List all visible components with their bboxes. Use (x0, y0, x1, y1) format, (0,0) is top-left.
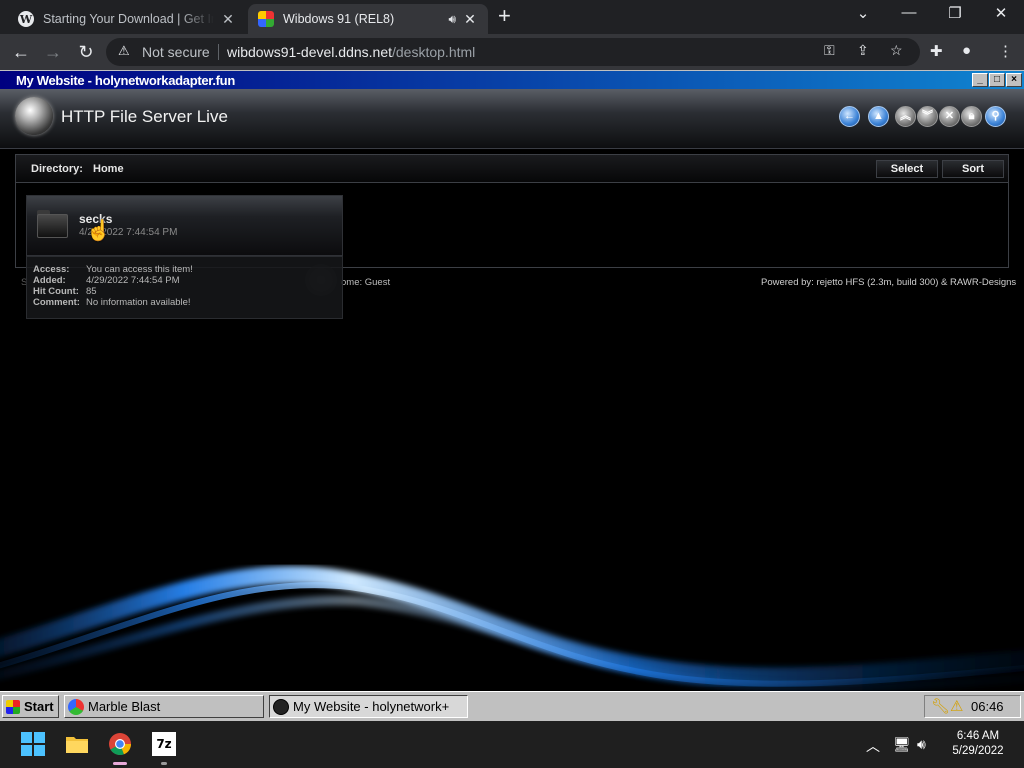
added-value: 4/29/2022 7:44:54 PM (86, 275, 180, 286)
key-icon[interactable]: ⚿ (824, 42, 835, 59)
item-details-tooltip: Access: You can access this item! Added:… (26, 256, 343, 319)
system-tray: 🔧︎⚠ 06:46 (924, 695, 1021, 718)
speaker-icon[interactable]: 🔊︎ (448, 12, 456, 27)
windows-start-icon[interactable] (21, 732, 45, 756)
address-bar[interactable]: ⚠ Not secure wibdows91-devel.ddns.net/de… (106, 38, 920, 66)
comment-value: No information available! (86, 297, 191, 308)
wordpress-icon: W (18, 11, 34, 27)
task-marble-blast[interactable]: Marble Blast (64, 695, 264, 718)
access-label: Access: (33, 264, 70, 275)
tab-close-icon[interactable]: ✕ (462, 11, 478, 28)
comment-label: Comment: (33, 297, 80, 308)
list-item[interactable]: secks 4/29/2022 7:44:54 PM (26, 195, 343, 256)
hfs-header: HTTP File Server Live ← ▲ ︽ ︾ ✕ 🔒︎ ⚲ (0, 89, 1024, 149)
bookmark-star-icon[interactable]: ☆ (890, 42, 903, 59)
tab-title: Wibdows 91 (REL8) (283, 12, 395, 26)
task-my-website[interactable]: My Website - holynetwork+ (269, 695, 468, 718)
tab-search-icon[interactable]: ⌄ (840, 4, 886, 22)
tab-wibdows-91[interactable]: Wibdows 91 (REL8) 🔊︎ ✕ (248, 4, 488, 34)
divider (218, 44, 219, 60)
directory-label: Directory: (31, 163, 83, 175)
url-text[interactable]: wibdows91-devel.ddns.net/desktop.html (227, 44, 475, 60)
clock-date: 5/29/2022 (952, 745, 1004, 757)
menu-icon[interactable]: ⋮ (998, 42, 1013, 60)
window-maximize-button[interactable]: □ (989, 73, 1005, 87)
share-icon[interactable]: ⇪ (857, 42, 869, 59)
profile-icon[interactable]: ● (962, 42, 971, 59)
warning-icon[interactable]: ⚠ (118, 43, 130, 59)
chrome-icon (68, 698, 84, 715)
file-explorer-icon[interactable] (65, 732, 89, 756)
lock-icon[interactable]: 🔒︎ (961, 106, 982, 127)
browser-toolbar: ← → ↻ ⚠ Not secure wibdows91-devel.ddns.… (0, 34, 1024, 70)
tab-close-icon[interactable]: ✕ (220, 11, 236, 28)
up-icon[interactable]: ▲ (868, 106, 889, 127)
new-tab-button[interactable]: + (498, 5, 511, 27)
github-icon (273, 698, 289, 715)
tab-title: Starting Your Download | Get Int (43, 12, 214, 26)
network-icon[interactable]: 🖥︎ (893, 736, 911, 753)
page-title: HTTP File Server Live (61, 107, 228, 126)
browser-tabstrip: W Starting Your Download | Get Int ✕ Wib… (0, 0, 1024, 34)
minimize-button[interactable]: — (886, 4, 932, 21)
folder-icon (37, 210, 68, 238)
windows-logo-icon (6, 699, 20, 714)
directory-bar: Directory: Home Select Sort (16, 155, 1008, 183)
reload-button[interactable]: ↻ (75, 41, 97, 63)
breadcrumb[interactable]: Home (93, 163, 124, 175)
search-icon[interactable]: ⚲ (985, 106, 1006, 127)
sort-button[interactable]: Sort (942, 160, 1004, 178)
security-label[interactable]: Not secure (142, 44, 210, 60)
windows-taskbar: 7z ︿ 🖥︎ 🔊︎ 6:46 AM 5/29/2022 (0, 721, 1024, 768)
footer-welcome: ome: Guest (341, 277, 391, 288)
chevron-up-icon[interactable]: ︿ (866, 736, 880, 756)
window-title: My Website - holynetworkadapter.fun (16, 73, 235, 88)
start-label: Start (24, 699, 54, 714)
hand-cursor-icon: ☝ (86, 220, 111, 242)
task-label: Marble Blast (88, 699, 161, 714)
win98-taskbar: Start Marble Blast My Website - holynetw… (0, 691, 1024, 721)
running-app-indicator (161, 762, 167, 765)
restore-button[interactable]: ❐ (932, 4, 978, 22)
warning-icon[interactable]: 🔧︎⚠ (931, 697, 964, 715)
start-button[interactable]: Start (2, 695, 59, 718)
close-icon[interactable]: ✕ (939, 106, 960, 127)
hit-count-label: Hit Count: (33, 286, 79, 297)
expand-icon[interactable]: ︾ (917, 106, 938, 127)
hit-count-value: 85 (86, 286, 97, 297)
clock-time: 6:46 AM (956, 730, 1000, 742)
clock[interactable]: 06:46 (971, 699, 1004, 714)
back-icon[interactable]: ← (839, 106, 860, 127)
system-clock[interactable]: 6:46 AM 5/29/2022 (940, 729, 1016, 759)
task-label: My Website - holynetwork+ (293, 699, 450, 714)
chrome-icon[interactable] (108, 732, 132, 756)
hfs-logo-icon (15, 97, 53, 135)
window-minimize-button[interactable]: _ (972, 73, 988, 87)
footer-powered-by[interactable]: Powered by: rejetto HFS (2.3m, build 300… (761, 277, 1016, 288)
blue-wave-decoration (0, 566, 1024, 691)
url-host: wibdows91-devel.ddns.net (227, 44, 392, 60)
forward-button[interactable]: → (42, 41, 64, 63)
added-label: Added: (33, 275, 66, 286)
active-app-indicator (113, 762, 127, 765)
collapse-icon[interactable]: ︽ (895, 106, 916, 127)
select-button[interactable]: Select (876, 160, 938, 178)
extensions-icon[interactable]: ✚ (930, 42, 943, 60)
window-titlebar[interactable]: My Website - holynetworkadapter.fun _ □ … (0, 70, 1024, 89)
access-value: You can access this item! (86, 264, 193, 275)
close-window-button[interactable]: ✕ (978, 4, 1024, 22)
wibdows-icon (258, 11, 274, 27)
7zip-icon[interactable]: 7z (152, 732, 176, 756)
back-button[interactable]: ← (10, 41, 32, 63)
volume-icon[interactable]: 🔊︎ (917, 736, 926, 753)
url-path: /desktop.html (392, 44, 476, 60)
window-close-button[interactable]: × (1006, 73, 1022, 87)
hfs-page: HTTP File Server Live ← ▲ ︽ ︾ ✕ 🔒︎ ⚲ Dir… (0, 89, 1024, 691)
tab-starting-download[interactable]: W Starting Your Download | Get Int ✕ (8, 4, 246, 34)
